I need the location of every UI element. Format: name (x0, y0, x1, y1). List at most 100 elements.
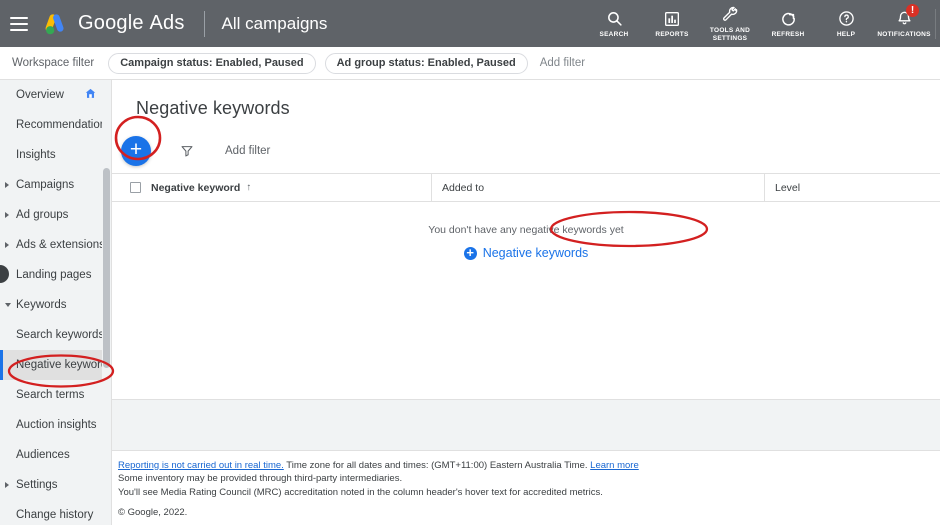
google-ads-logo (40, 9, 70, 39)
sidebar-item-label: Ad groups (16, 209, 69, 221)
page-title: Negative keywords (136, 98, 290, 118)
circle-plus-icon: + (463, 246, 477, 260)
sidebar-item-label: Keywords (16, 299, 67, 311)
refresh-icon-button[interactable]: REFRESH (759, 0, 817, 47)
tools-settings-label: TOOLS AND SETTINGS (709, 26, 751, 42)
workspace-filter-label: Workspace filter (12, 57, 95, 69)
refresh-label: REFRESH (771, 30, 805, 38)
chip-campaign-status[interactable]: Campaign status: Enabled, Paused (108, 52, 316, 74)
sidebar-item-label: Landing pages (16, 269, 92, 281)
search-icon (606, 9, 623, 29)
footer-line-2: Some inventory may be provided through t… (118, 473, 403, 484)
sidebar-item-label: Audiences (16, 449, 70, 461)
help-icon (838, 9, 855, 29)
plus-icon: + (129, 138, 143, 161)
sidebar-item-ad-groups[interactable]: Ad groups (0, 200, 111, 230)
hamburger-menu-icon[interactable] (10, 16, 28, 31)
sidebar-item-change-history[interactable]: Change history (0, 500, 111, 525)
empty-state-region: You don't have any negative keywords yet… (112, 202, 940, 400)
add-negative-keyword-button[interactable]: + (121, 135, 151, 166)
chevron-right-icon (5, 182, 9, 188)
help-label: HELP (836, 30, 856, 38)
sidebar-item-label: Insights (16, 149, 56, 161)
reports-icon (664, 9, 680, 29)
brand-ads: Ads (149, 12, 185, 34)
sidebar-item-label: Negative keywords (16, 359, 112, 371)
header-divider (203, 10, 205, 37)
column-label: Added to (442, 181, 485, 194)
sidebar-item-label: Campaigns (16, 179, 75, 191)
sidebar-item-label: Ads & extensions (16, 239, 105, 251)
left-sidebar: Overview Recommendations Insights Campai… (0, 80, 112, 525)
empty-state-message: You don't have any negative keywords yet (428, 224, 624, 236)
workspace-filter-bar: Workspace filter Campaign status: Enable… (0, 47, 940, 80)
sidebar-item-auction-insights[interactable]: Auction insights (0, 410, 111, 440)
brand-google: Google (78, 12, 144, 34)
sidebar-item-label: Search terms (16, 389, 85, 401)
search-icon-button[interactable]: SEARCH (585, 0, 643, 47)
main-content: Negative keywords + Add filter Negative … (112, 80, 940, 525)
empty-state-add-link[interactable]: + Negative keywords (463, 246, 589, 260)
sidebar-item-ads-extensions[interactable]: Ads & extensions (0, 230, 111, 260)
footer-timezone-text: Time zone for all dates and times: (GMT+… (283, 459, 591, 471)
top-header-bar: Google Ads All campaigns SEARCH REPORTS … (0, 0, 940, 47)
chip-adgroup-status[interactable]: Ad group status: Enabled, Paused (324, 52, 528, 74)
google-ads-app: Google Ads All campaigns SEARCH REPORTS … (0, 0, 940, 525)
header-right-divider (935, 8, 936, 39)
toolbar-add-filter-button[interactable]: Add filter (225, 145, 270, 157)
sidebar-item-label: Settings (16, 479, 58, 491)
workspace-add-filter-button[interactable]: Add filter (540, 57, 585, 69)
sidebar-item-audiences[interactable]: Audiences (0, 440, 111, 470)
sidebar-item-negative-keywords[interactable]: Negative keywords (0, 350, 111, 380)
sidebar-item-label: Overview (16, 89, 64, 101)
column-header-negative-keyword[interactable]: Negative keyword ↑ (112, 173, 432, 202)
sidebar-item-campaigns[interactable]: Campaigns (0, 170, 111, 200)
footer-line-1: Reporting is not carried out in real tim… (118, 459, 940, 473)
reports-icon-button[interactable]: REPORTS (643, 0, 701, 47)
help-icon-button[interactable]: HELP (817, 0, 875, 47)
sidebar-item-search-terms[interactable]: Search terms (0, 380, 111, 410)
sidebar-scrollbar-track[interactable] (102, 80, 111, 525)
notifications-label: NOTIFICATIONS (877, 30, 931, 38)
column-label: Level (775, 181, 801, 194)
chevron-right-icon (5, 482, 9, 488)
sidebar-item-search-keywords[interactable]: Search keywords (0, 320, 111, 350)
page-footer: Reporting is not carried out in real tim… (112, 449, 940, 525)
notifications-icon-button[interactable]: ! NOTIFICATIONS (875, 0, 933, 47)
sidebar-item-landing-pages[interactable]: Landing pages (0, 260, 111, 290)
sort-ascending-icon: ↑ (246, 182, 252, 193)
empty-state-action-label: Negative keywords (482, 246, 589, 260)
filter-funnel-icon[interactable] (180, 144, 194, 158)
sidebar-item-keywords[interactable]: Keywords (0, 290, 111, 320)
sidebar-item-overview[interactable]: Overview (0, 80, 111, 110)
sidebar-item-label: Search keywords (16, 329, 105, 341)
sidebar-item-label: Change history (16, 509, 94, 521)
account-title: All campaigns (221, 13, 328, 33)
sidebar-item-settings[interactable]: Settings (0, 470, 111, 500)
select-all-checkbox[interactable] (130, 182, 141, 193)
tools-settings-icon (722, 5, 739, 25)
tools-settings-icon-button[interactable]: TOOLS AND SETTINGS (701, 0, 759, 47)
footer-line-3: You'll see Media Rating Council (MRC) ac… (118, 486, 603, 498)
refresh-icon (780, 9, 797, 29)
sidebar-item-recommendations[interactable]: Recommendations (0, 110, 111, 140)
table-toolbar: + Add filter (112, 128, 940, 174)
search-label: SEARCH (599, 30, 629, 38)
chevron-right-icon (5, 242, 9, 248)
table-header-row: Negative keyword ↑ Added to Level (112, 173, 940, 202)
footer-reporting-link[interactable]: Reporting is not carried out in real tim… (118, 460, 284, 471)
footer-copyright: © Google, 2022. (118, 507, 188, 518)
empty-state: You don't have any negative keywords yet… (112, 202, 940, 262)
sidebar-item-label: Auction insights (16, 419, 97, 431)
sidebar-item-insights[interactable]: Insights (0, 140, 111, 170)
header-icon-group: SEARCH REPORTS TOOLS AND SETTINGS REFRES… (585, 0, 940, 47)
footer-learn-more-link[interactable]: Learn more (590, 460, 639, 471)
home-icon (84, 87, 97, 103)
chevron-right-icon (5, 212, 9, 218)
sidebar-item-label: Recommendations (16, 119, 112, 131)
column-label: Negative keyword (151, 181, 241, 194)
brand-name: Google Ads (78, 12, 185, 35)
column-header-level[interactable]: Level (765, 174, 940, 202)
sidebar-scrollbar-thumb[interactable] (103, 168, 110, 368)
column-header-added-to[interactable]: Added to (432, 173, 765, 202)
